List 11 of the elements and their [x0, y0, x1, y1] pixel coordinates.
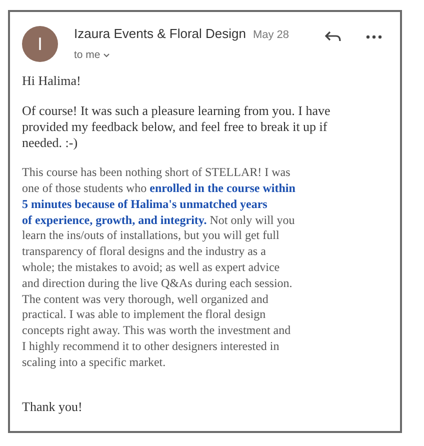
sender-name: Izaura Events & Floral Design: [74, 25, 246, 43]
testimonial-paragraph: This course has been nothing short of STELLAR! I was one of those students who enrolled in the course within 5 minutes because of Halima's unmatched years of experience, growth, and integrity. Not only will you learn the ins/outs of installations, but you will get full transparency of floral designs and the industry as a whole; the mistakes to avoid; as well as expert advice and direction during the live Q&As during each session. The content was very thorough, well organized and practical. I was able to implement the floral design concepts right away. This was worth the investment and I highly recommend it to other designers interested in scaling into a specific market.: [22, 165, 296, 371]
avatar: I: [22, 26, 58, 62]
email-date: May 28: [252, 28, 290, 43]
intro-paragraph: Of course! It was such a pleasure learning from you. I have provided my feedback below, and feel free to break it up if needed. :-): [22, 103, 332, 152]
more-icon: [366, 35, 382, 39]
closing-text: Thank you!: [22, 398, 84, 415]
reply-icon: [324, 30, 342, 44]
greeting-text: Hi Halima!: [22, 73, 82, 90]
recipient-toggle[interactable]: to me: [74, 48, 110, 64]
chevron-icon: [103, 52, 110, 58]
